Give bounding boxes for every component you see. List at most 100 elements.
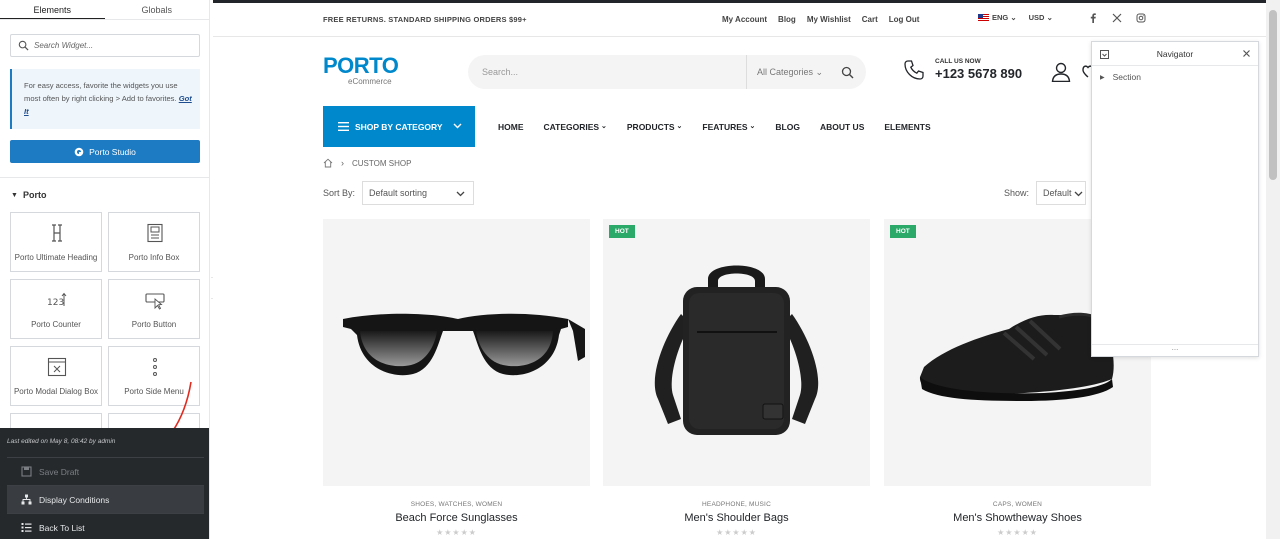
menu-elements[interactable]: ELEMENTS [884,122,930,132]
save-icon [21,466,32,477]
chevron-down-icon [1074,191,1083,197]
sunglasses-image [343,313,585,376]
breadcrumb-current: CUSTOM SHOP [352,158,412,168]
hot-badge: HOT [890,225,916,238]
shoulder-bag-image [654,265,819,435]
navigator-resize-handle[interactable]: ... [1092,344,1258,356]
home-icon[interactable] [323,158,333,168]
panel-tabs: Elements Globals [0,0,209,20]
display-conditions-label: Display Conditions [39,494,110,505]
user-icon[interactable] [1051,62,1071,82]
elementor-editor: Elements Globals For easy access, favori… [0,0,1280,539]
porto-studio-label: Porto Studio [89,146,136,157]
porto-category-toggle[interactable]: ▼ Porto [11,190,46,200]
widget-porto-counter[interactable]: 123 Porto Counter [10,279,102,339]
menu-products[interactable]: PRODUCTS [627,122,683,132]
sort-select[interactable]: Default sorting [362,181,475,205]
product-categories: SHOES, WATCHES, WOMEN [410,501,503,508]
search-icon [18,40,29,51]
shop-by-category-button[interactable]: SHOP BY CATEGORY [323,106,475,147]
product-name[interactable]: Beach Force Sunglasses [323,512,590,524]
call-number[interactable]: +123 5678 890 [935,66,1022,81]
chevron-down-icon [456,191,465,197]
widget-porto-ultimate-heading[interactable]: Porto Ultimate Heading [10,212,102,272]
product-image[interactable] [323,219,590,486]
widget-porto-info-box[interactable]: Porto Info Box [108,212,200,272]
favorites-notice-text: For easy access, favorite the widgets yo… [24,81,178,103]
currency-switcher[interactable]: USD ⌄ [1029,13,1053,22]
show-value: Default [1043,188,1072,198]
elementor-panel: Elements Globals For easy access, favori… [0,0,210,539]
porto-studio-button[interactable]: Porto Studio [10,140,200,163]
instagram-icon[interactable] [1136,13,1146,23]
panel-footer-menu: Last edited on May 8, 08:42 by admin Sav… [0,428,209,539]
side-menu-icon [153,358,157,376]
breadcrumb: › CUSTOM SHOP [323,158,411,168]
phone-icon [904,59,924,80]
preview-scrollbar[interactable] [1266,0,1280,539]
blog-link[interactable]: Blog [778,15,796,24]
site-logo[interactable]: PORTO eCommerce [323,55,399,87]
porto-category-title: Porto [22,190,47,200]
navigator-item-section[interactable]: ▶ Section [1100,72,1141,82]
display-conditions-button[interactable]: Display Conditions [7,485,204,513]
menu-blog[interactable]: BLOG [775,122,800,132]
product-card[interactable]: HOT HEADPHONE, MUSIC Men's Shoulder Bags… [603,219,870,537]
search-category-select[interactable]: All Categories ⌄ [746,55,823,89]
caret-down-icon: ▼ [11,191,18,199]
widget-porto-modal-dialog-box[interactable]: Porto Modal Dialog Box [10,346,102,406]
navigator-panel: Navigator ▶ Section ... [1091,41,1259,357]
scrollbar-thumb[interactable] [1269,10,1277,180]
call-us: CALL US NOW +123 5678 890 [903,58,1022,81]
menu-about-us[interactable]: ABOUT US [820,122,864,132]
back-to-list-button[interactable]: Back To List [7,513,204,539]
product-name[interactable]: Men's Shoulder Bags [603,512,870,524]
facebook-icon[interactable] [1088,13,1098,23]
us-flag-icon [978,14,989,21]
counter-icon: 123 [47,292,67,308]
product-card[interactable]: SHOES, WATCHES, WOMEN Beach Force Sungla… [323,219,590,537]
panel-divider [0,177,209,178]
product-name[interactable]: Men's Showtheway Shoes [884,512,1151,524]
navigator-item-label: Section [1112,72,1141,82]
widget-label: Porto Ultimate Heading [14,253,98,262]
show-control: Show: Default [1004,181,1087,205]
logo-tagline: eCommerce [348,77,392,86]
breadcrumb-separator: › [341,158,344,168]
shop-by-category-label: SHOP BY CATEGORY [355,121,443,132]
widget-label: Porto Info Box [128,253,180,262]
menu-categories[interactable]: CATEGORIES [544,122,607,132]
log-out-link[interactable]: Log Out [889,15,920,24]
heading-icon [52,224,62,242]
top-bar: FREE RETURNS. STANDARD SHIPPING ORDERS $… [213,3,1266,37]
show-select[interactable]: Default [1036,181,1087,205]
search-icon[interactable] [841,66,854,79]
cart-link[interactable]: Cart [862,15,878,24]
save-draft-button[interactable]: Save Draft [7,457,204,485]
sort-control: Sort By: Default sorting [323,181,475,205]
x-twitter-icon[interactable] [1112,13,1122,23]
close-icon[interactable] [1242,49,1251,58]
hamburger-icon [338,122,349,131]
widget-search-input[interactable] [34,41,184,50]
menu-home[interactable]: HOME [498,122,524,132]
save-draft-label: Save Draft [39,466,80,477]
widget-label: Porto Counter [31,320,81,329]
product-rating: ★★★★★ [716,528,757,537]
tab-globals[interactable]: Globals [105,0,210,19]
sort-value: Default sorting [369,188,428,198]
caret-right-icon[interactable]: ▶ [1100,74,1105,81]
widget-porto-button[interactable]: Porto Button [108,279,200,339]
site-search-input[interactable] [482,67,732,77]
navigator-header[interactable]: Navigator [1092,42,1258,66]
product-image[interactable]: HOT [603,219,870,486]
menu-features[interactable]: FEATURES [702,122,755,132]
language-value: ENG [992,13,1009,22]
my-account-link[interactable]: My Account [722,15,767,24]
language-switcher[interactable]: ENG ⌄ [978,13,1017,22]
my-wishlist-link[interactable]: My Wishlist [807,15,851,24]
list-icon [21,523,32,532]
widget-label: Porto Button [131,320,177,329]
menu-items: HOME CATEGORIES PRODUCTS FEATURES BLOG A… [498,106,931,147]
tab-elements[interactable]: Elements [0,0,105,19]
